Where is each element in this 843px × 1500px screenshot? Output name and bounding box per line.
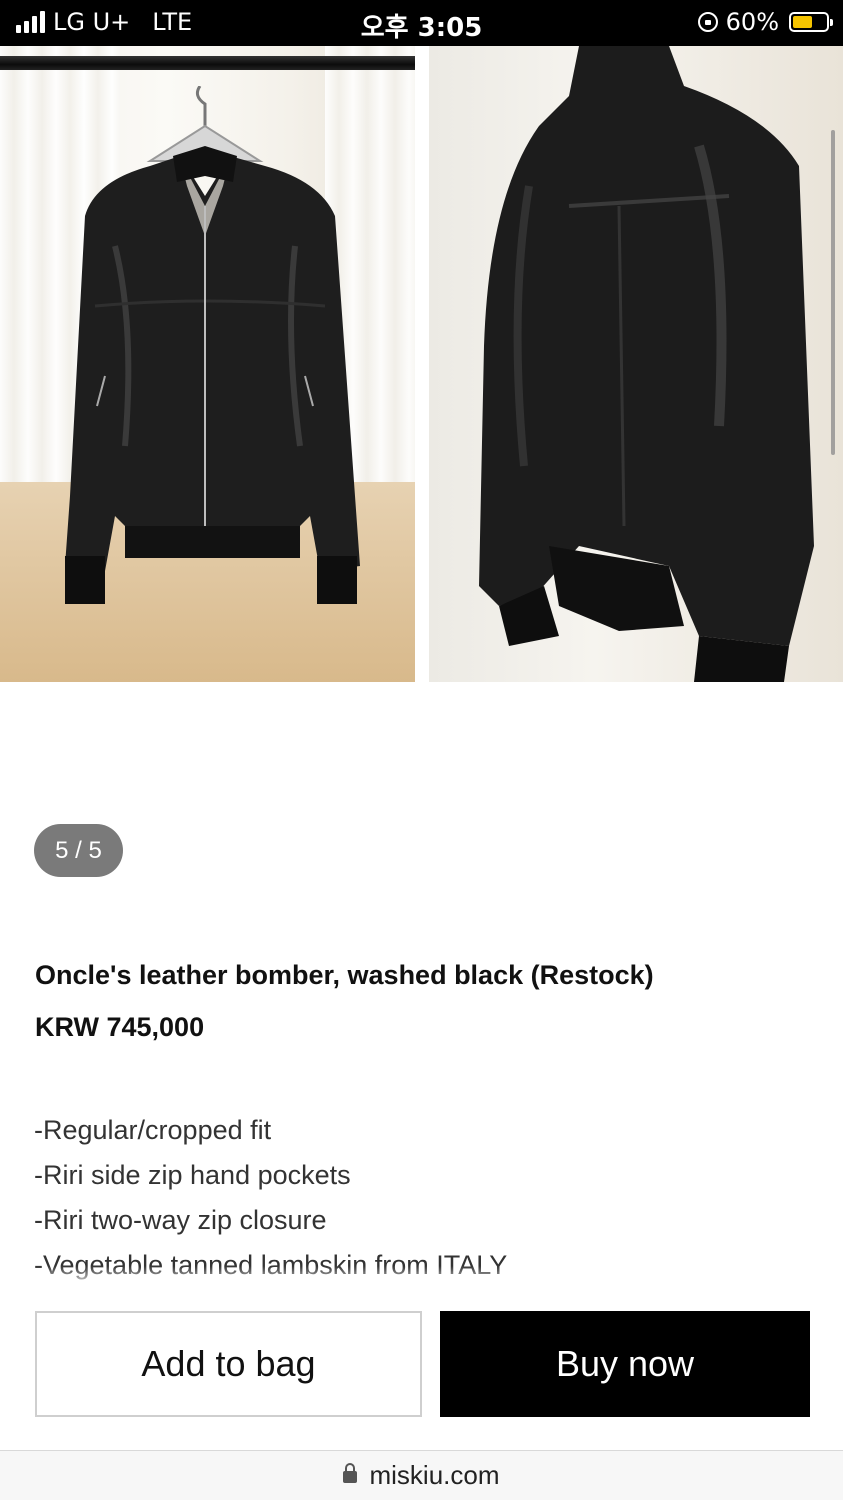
status-right: 60%	[697, 8, 833, 36]
image-counter-badge: 5 / 5	[34, 824, 123, 877]
feature-item: -Regular/cropped fit	[34, 1115, 272, 1145]
clothes-rail	[0, 56, 415, 70]
add-to-bag-button[interactable]: Add to bag	[35, 1311, 422, 1417]
scroll-indicator	[831, 130, 835, 455]
browser-url-bar[interactable]: miskiu.com	[0, 1450, 843, 1500]
jacket-back-illustration	[479, 46, 814, 682]
product-image-back[interactable]	[429, 46, 843, 682]
status-bar: LG U+ LTE 오후 3:05 60%	[0, 0, 843, 46]
jacket-front-illustration	[65, 86, 360, 604]
rotation-lock-icon	[697, 12, 718, 32]
product-price: KRW 745,000	[35, 1012, 205, 1042]
product-image-front[interactable]	[0, 46, 415, 682]
battery-percent: 60%	[725, 8, 779, 36]
product-title: Oncle's leather bomber, washed black (Re…	[35, 960, 654, 990]
feature-item: -Riri side zip hand pockets	[34, 1160, 351, 1190]
battery-fill	[793, 16, 813, 28]
product-features-list: -Regular/cropped fit -Riri side zip hand…	[34, 1108, 507, 1288]
buy-now-button[interactable]: Buy now	[440, 1311, 810, 1417]
battery-icon	[789, 12, 833, 32]
feature-item: -Riri two-way zip closure	[34, 1205, 327, 1235]
purchase-action-bar: Add to bag Buy now	[0, 1266, 843, 1448]
padlock-icon	[343, 1462, 358, 1487]
url-text[interactable]: miskiu.com	[369, 1460, 499, 1491]
